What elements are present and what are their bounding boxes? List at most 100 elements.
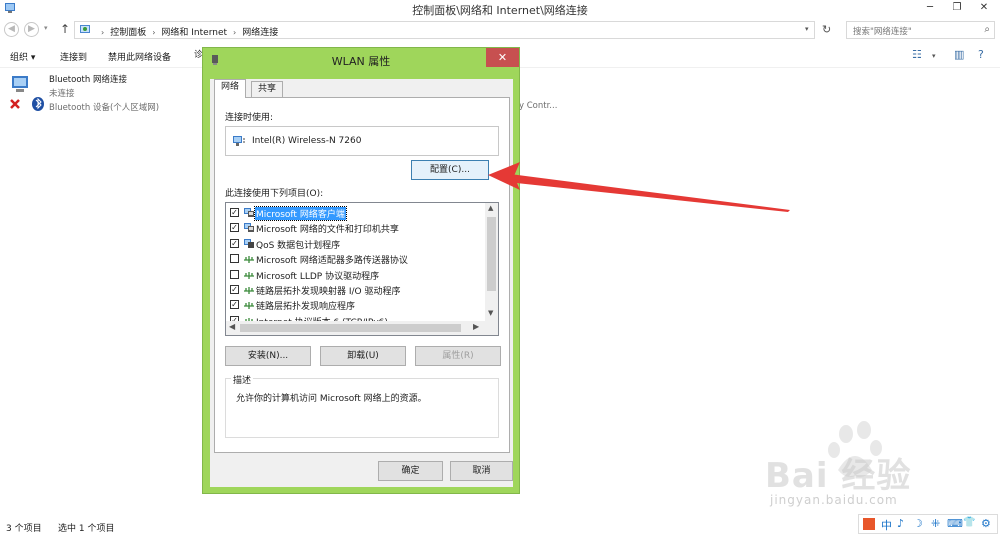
adapter-name: Intel(R) Wireless-N 7260 (252, 136, 362, 146)
properties-button[interactable]: 属性(R) (415, 346, 501, 366)
list-item-label: Microsoft 网络适配器多路传送器协议 (256, 256, 408, 267)
items-label: 此连接使用下列项目(O): (225, 189, 324, 199)
search-input[interactable]: 搜索"网络连接" ⌕ (846, 21, 995, 39)
ime-toolbar: 中 ♪ ☽ ⁜ ⌨ 👕 ⚙ (858, 514, 998, 534)
search-icon: ⌕ (984, 24, 990, 35)
vertical-scrollbar[interactable]: ▲ ▼ (485, 203, 498, 321)
tab-sharing[interactable]: 共享 (251, 81, 284, 97)
checkbox-checked[interactable]: ✓ (230, 238, 239, 248)
bluetooth-connection-name: Bluetooth 网络连接 (49, 75, 127, 85)
ime-settings-icon[interactable]: ⚙ (981, 517, 991, 530)
dialog-title: WLAN 属性 (331, 55, 391, 68)
window-title: 控制面板\网络和 Internet\网络连接 (412, 4, 588, 17)
organize-button[interactable]: 组织 ▾ (10, 50, 35, 63)
maximize-button[interactable]: ❐ (944, 0, 970, 15)
bluetooth-network-icon (10, 76, 44, 111)
search-placeholder: 搜索"网络连接" (853, 27, 912, 37)
list-item[interactable]: Microsoft LLDP 协议驱动程序 (228, 267, 483, 282)
protocol-icon (243, 284, 255, 295)
list-item[interactable]: ✓ 链路层拓扑发现响应程序 (228, 297, 483, 312)
bluetooth-connection-item[interactable]: Bluetooth 网络连接 未连接 Bluetooth 设备(个人区域网) (6, 72, 196, 116)
checkbox-checked[interactable]: ✓ (230, 300, 239, 310)
item-count: 3 个项目 (6, 524, 42, 534)
list-item[interactable]: ✓ 链路层拓扑发现映射器 I/O 驱动程序 (228, 282, 483, 297)
back-button[interactable]: ◀ (4, 22, 19, 37)
checkbox-unchecked[interactable] (230, 269, 239, 279)
protocol-icon (243, 269, 255, 280)
connect-using-label: 连接时使用: (225, 113, 274, 123)
title-bar: 控制面板\网络和 Internet\网络连接 ─ ❐ ✕ (0, 0, 1000, 17)
watermark-url: jingyan.baidu.com (770, 493, 898, 507)
up-arrow-icon[interactable]: ↑ (60, 22, 70, 36)
scroll-right-icon[interactable]: ▶ (473, 322, 479, 331)
breadcrumb-control-panel[interactable]: 控制面板 (110, 28, 146, 38)
install-button[interactable]: 安装(N)... (225, 346, 311, 366)
qos-icon (243, 238, 255, 249)
selected-count: 选中 1 个项目 (58, 524, 115, 534)
bluetooth-device-type: Bluetooth 设备(个人区域网) (49, 103, 160, 113)
chevron-right-icon: › (152, 28, 156, 37)
recent-locations-icon[interactable]: ▾ (44, 24, 48, 32)
uninstall-button[interactable]: 卸载(U) (320, 346, 406, 366)
description-group: 描述 允许你的计算机访问 Microsoft 网络上的资源。 (225, 373, 499, 438)
ime-keyboard-icon[interactable]: ⌨ (947, 517, 963, 530)
wlan-properties-dialog: WLAN 属性 ✕ 网络 共享 连接时使用: Intel(R) Wireless… (202, 47, 520, 494)
list-item[interactable]: ✓ Microsoft 网络客户端 (228, 205, 483, 221)
chevron-down-icon[interactable]: ▾ (805, 25, 809, 33)
list-item-label: Microsoft LLDP 协议驱动程序 (256, 271, 380, 282)
network-tab-panel: 连接时使用: Intel(R) Wireless-N 7260 配置(C)...… (214, 97, 510, 453)
list-item-label: Microsoft 网络客户端 (254, 206, 347, 221)
breadcrumb-network-internet[interactable]: 网络和 Internet (161, 28, 227, 38)
scroll-thumb[interactable] (487, 217, 496, 291)
connection-items-list[interactable]: ✓ Microsoft 网络客户端 ✓ Microsoft 网络的文件和打印机共享 ✓ Q… (225, 202, 499, 336)
watermark-text: Bai 经验 (765, 456, 912, 496)
view-options-icon[interactable]: ☷ (912, 48, 922, 61)
list-item[interactable]: Microsoft 网络适配器多路传送器协议 (228, 251, 483, 266)
horizontal-scrollbar[interactable]: ◀ ▶ (226, 321, 498, 335)
forward-button[interactable]: ▶ (24, 22, 39, 37)
list-item[interactable]: ✓ QoS 数据包计划程序 (228, 236, 483, 251)
network-adapter-icon (233, 136, 245, 146)
chevron-right-icon: › (101, 28, 105, 37)
configure-button[interactable]: 配置(C)... (411, 160, 489, 180)
network-client-icon (243, 207, 255, 218)
ime-mode-chinese[interactable]: 中 (881, 517, 892, 533)
chevron-down-icon[interactable]: ▾ (932, 52, 936, 60)
help-icon[interactable]: ? (978, 48, 984, 61)
checkbox-unchecked[interactable] (230, 254, 239, 264)
list-item-label: Microsoft 网络的文件和打印机共享 (256, 225, 399, 236)
close-window-button[interactable]: ✕ (971, 0, 997, 15)
dialog-close-button[interactable]: ✕ (486, 48, 519, 67)
ime-punctuation-icon[interactable]: ♪ (897, 517, 904, 530)
file-sharing-icon (243, 222, 255, 233)
ime-moon-icon[interactable]: ☽ (913, 517, 923, 530)
checkbox-checked[interactable]: ✓ (230, 285, 239, 294)
cancel-button[interactable]: 取消 (450, 461, 513, 481)
preview-pane-icon[interactable]: ▥ (954, 48, 964, 61)
list-item[interactable]: ✓ Microsoft 网络的文件和打印机共享 (228, 220, 483, 235)
checkbox-checked[interactable]: ✓ (230, 223, 239, 233)
ime-skin-icon[interactable]: 👕 (963, 517, 975, 528)
hscroll-thumb[interactable] (240, 324, 461, 332)
ok-button[interactable]: 确定 (378, 461, 443, 481)
address-field[interactable]: › 控制面板 › 网络和 Internet › 网络连接 ▾ (74, 21, 815, 39)
scroll-down-icon[interactable]: ▼ (488, 309, 493, 317)
partial-connection-label: y Contr... (519, 101, 558, 111)
list-item-label: 链路层拓扑发现映射器 I/O 驱动程序 (256, 287, 401, 297)
ime-logo-icon[interactable] (863, 518, 875, 530)
tab-network[interactable]: 网络 (214, 79, 247, 98)
list-item-label: 链路层拓扑发现响应程序 (256, 302, 356, 313)
scroll-left-icon[interactable]: ◀ (229, 322, 235, 331)
connect-to-button[interactable]: 连接到 (60, 50, 87, 63)
disable-device-button[interactable]: 禁用此网络设备 (108, 50, 171, 63)
minimize-button[interactable]: ─ (917, 0, 943, 15)
status-bar: 3 个项目 选中 1 个项目 (0, 514, 1000, 536)
breadcrumb-network-connections[interactable]: 网络连接 (242, 28, 278, 38)
ime-dots-icon[interactable]: ⁜ (931, 517, 940, 530)
breadcrumb: › 控制面板 › 网络和 Internet › 网络连接 (95, 25, 278, 38)
refresh-icon[interactable]: ↻ (822, 23, 831, 36)
chevron-right-icon: › (233, 28, 237, 37)
dialog-body: 网络 共享 连接时使用: Intel(R) Wireless-N 7260 配置… (210, 79, 513, 487)
checkbox-checked[interactable]: ✓ (230, 208, 239, 217)
protocol-icon (243, 253, 255, 264)
